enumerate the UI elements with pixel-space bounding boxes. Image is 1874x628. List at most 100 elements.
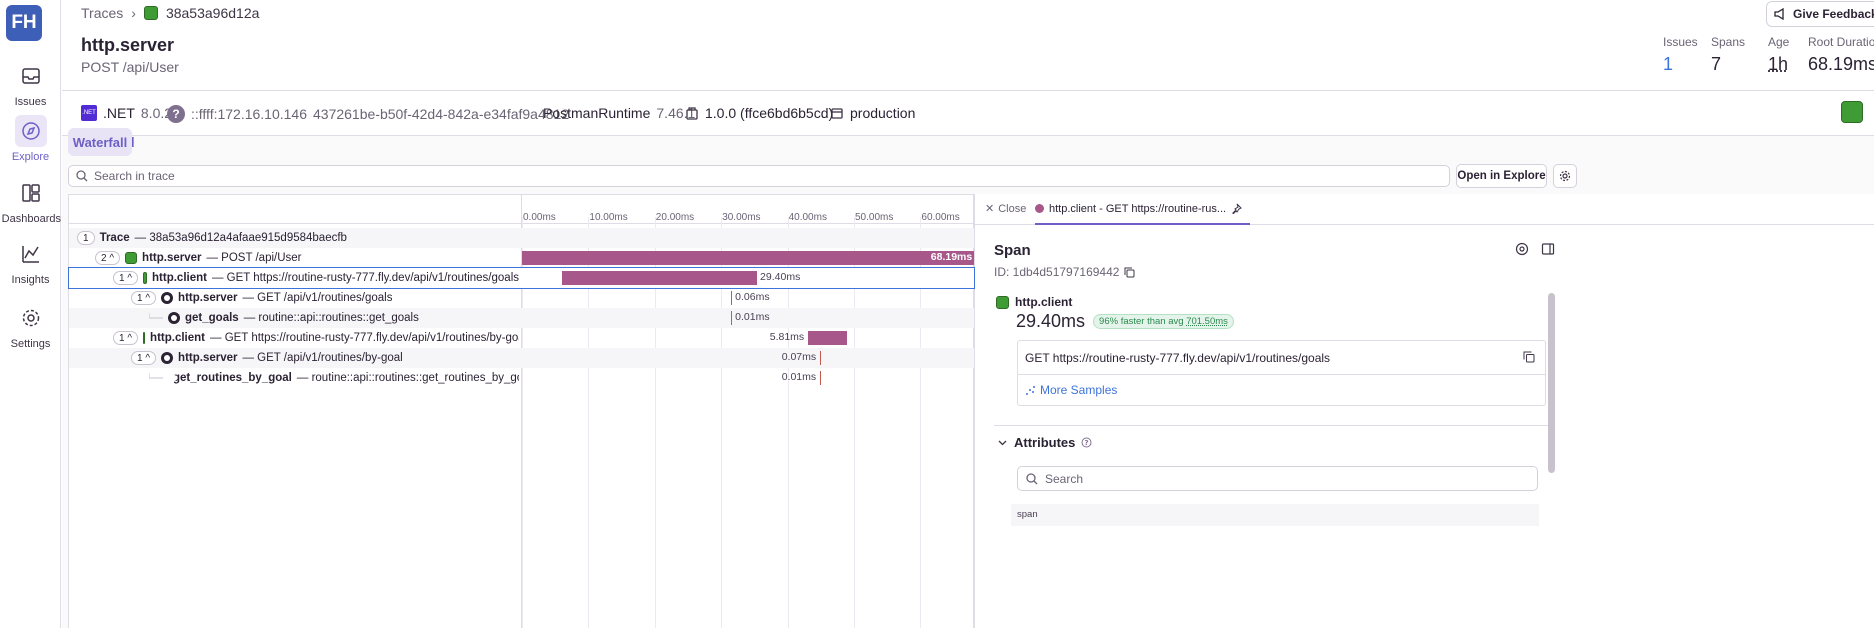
close-drawer-button[interactable]: ✕ Close xyxy=(985,202,1026,216)
tag-browser[interactable]: PostmanRuntime 7.46.1 xyxy=(543,105,695,121)
release-version: 1.0.0 (ffce6bd6b5cd) xyxy=(705,105,834,121)
org-avatar[interactable]: FH xyxy=(6,5,42,41)
copy-icon[interactable] xyxy=(1523,351,1535,363)
nav-item-dashboards[interactable]: Dashboards xyxy=(0,177,61,225)
span-description: — GET /api/v1/routines/by-goal xyxy=(242,352,403,364)
search-icon xyxy=(1026,472,1038,485)
span-children-count[interactable]: 1 ^ xyxy=(131,351,157,365)
span-description: — POST /api/User xyxy=(206,252,302,264)
graph-icon xyxy=(15,238,47,270)
span-bar[interactable] xyxy=(820,371,822,385)
span-bar[interactable] xyxy=(808,331,847,345)
span-row[interactable]: 1 ^ http.server — GET /api/v1/routines/goa… xyxy=(69,288,974,308)
tab-waterfall-active[interactable]: Waterfall xyxy=(68,128,132,156)
drawer-scrollbar[interactable] xyxy=(1548,293,1555,473)
span-row[interactable]: get_routines_by_goal — routine::api::rout… xyxy=(69,368,974,388)
breadcrumb-traces-link[interactable]: Traces xyxy=(81,5,123,21)
pin-icon[interactable] xyxy=(1231,203,1242,214)
tag-user[interactable]: ? ::ffff:172.16.10.146 437261be-b50f-42d… xyxy=(167,105,569,123)
calendar-icon xyxy=(830,106,844,120)
open-in-explore-button[interactable]: Open in Explore xyxy=(1456,164,1547,188)
span-children-count[interactable]: 1 ^ xyxy=(113,331,139,345)
chevron-right-icon: › xyxy=(131,5,136,21)
trace-settings-button[interactable] xyxy=(1553,164,1577,188)
chevron-down-icon xyxy=(997,437,1008,448)
tree-connector xyxy=(149,373,163,383)
tag-release[interactable]: 1.0.0 (ffce6bd6b5cd) xyxy=(685,105,833,121)
environment-name: production xyxy=(850,105,916,121)
span-bar[interactable] xyxy=(561,271,758,285)
question-circle-icon[interactable]: ? xyxy=(1081,437,1092,448)
stat-value-age[interactable]: 1h xyxy=(1768,54,1789,75)
span-children-count[interactable]: 1 ^ xyxy=(131,291,157,305)
span-op: http.server xyxy=(178,352,238,364)
dotnet-icon xyxy=(996,295,1009,309)
span-row[interactable]: 1 ^ http.client — GET https://routine-rust… xyxy=(69,328,974,348)
drawer-tab-active[interactable]: http.client - GET https://routine-rus... xyxy=(1035,194,1251,225)
stat-value-issues[interactable]: 1 xyxy=(1663,54,1698,75)
nav-item-issues[interactable]: Issues xyxy=(0,60,61,108)
span-op: http.client xyxy=(152,272,207,284)
faster-avg[interactable]: 701.50ms xyxy=(1186,316,1228,327)
span-op: get_goals xyxy=(185,312,239,324)
attributes-header[interactable]: Attributes ? xyxy=(997,435,1092,450)
span-description: — 38a53a96d12a4afaae915d9584baecfb xyxy=(134,232,347,244)
user-ip: ::ffff:172.16.10.146 xyxy=(191,106,307,122)
span-bar[interactable] xyxy=(820,351,822,365)
stat-label: Issues xyxy=(1663,35,1698,49)
more-samples-label: More Samples xyxy=(1040,383,1118,397)
dotnet-icon xyxy=(143,272,148,284)
span-row[interactable]: get_goals — routine::api::routines::get_g… xyxy=(69,308,974,328)
gear-icon xyxy=(15,302,47,334)
span-description: — routine::api::routines::get_routines_b… xyxy=(296,372,519,384)
span-row[interactable]: 1 ^ http.client — GET https://routine-rust… xyxy=(68,267,975,289)
stat-issues: Issues 1 xyxy=(1663,35,1698,75)
span-description: — GET https://routine-rusty-777.fly.dev/… xyxy=(210,332,519,344)
page-subtitle: POST /api/User xyxy=(81,59,179,75)
span-op: http.client xyxy=(150,332,205,344)
span-bar[interactable] xyxy=(731,311,733,325)
span-duration-label: 29.40ms xyxy=(760,271,801,283)
tag-environment[interactable]: production xyxy=(830,105,915,121)
sidebar-toggle-icon[interactable] xyxy=(1541,242,1555,256)
stat-label: Age xyxy=(1768,35,1790,49)
span-row[interactable]: 1 ^ http.server — GET /api/v1/routines/by-… xyxy=(69,348,974,368)
span-children-count[interactable]: 1 ^ xyxy=(113,271,139,285)
span-detail-drawer: ✕ Close http.client - GET https://routin… xyxy=(974,194,1874,628)
span-duration-label: 0.06ms xyxy=(735,291,770,303)
breadcrumb-trace-id: 38a53a96d12a xyxy=(165,5,260,21)
span-row[interactable]: 1 Trace — 38a53a96d12a4afaae915d9584baecfb xyxy=(69,228,974,248)
close-icon: ✕ xyxy=(985,203,995,215)
dotnet-icon xyxy=(125,252,138,264)
span-children-count[interactable]: 1 xyxy=(77,231,95,245)
drawer-tabs: ✕ Close http.client - GET https://routin… xyxy=(975,194,1874,225)
rust-icon xyxy=(161,292,174,304)
span-duration-value: 29.40ms xyxy=(1016,311,1086,331)
timeline-tick-label: 0.00ms xyxy=(523,212,556,223)
nav-item-insights[interactable]: Insights xyxy=(0,238,61,286)
nav-item-settings[interactable]: Settings xyxy=(0,302,61,350)
trace-search-input[interactable]: Search in trace xyxy=(68,165,1450,187)
dotnet-icon xyxy=(143,6,158,20)
copy-icon[interactable] xyxy=(1124,267,1135,278)
span-name: 2 ^ http.server — POST /api/User xyxy=(95,251,302,265)
span-bar[interactable] xyxy=(522,251,975,265)
span-url-box: GET https://routine-rusty-777.fly.dev/ap… xyxy=(1017,340,1546,406)
rust-icon xyxy=(168,312,180,324)
tag-runtime[interactable]: .NET .NET 8.0.20 xyxy=(81,105,180,121)
more-samples-link[interactable]: More Samples xyxy=(1018,375,1545,405)
span-bar[interactable] xyxy=(731,291,733,305)
dotnet-icon xyxy=(143,332,146,344)
attributes-search-input[interactable]: Search xyxy=(1017,466,1538,491)
span-children-count[interactable]: 2 ^ xyxy=(95,251,121,265)
span-row[interactable]: 2 ^ http.server — POST /api/User 68.19ms xyxy=(69,248,975,268)
nav-item-explore[interactable]: Explore xyxy=(0,115,61,163)
nav-label: Explore xyxy=(11,151,50,163)
nav-label: Settings xyxy=(10,338,51,350)
give-feedback-button[interactable]: Give Feedback xyxy=(1766,1,1874,27)
dotnet-project-icon[interactable] xyxy=(1841,101,1863,123)
span-op: http.server xyxy=(178,292,238,304)
target-icon[interactable] xyxy=(1515,242,1529,256)
package-icon xyxy=(685,106,699,120)
rust-icon xyxy=(161,352,174,364)
